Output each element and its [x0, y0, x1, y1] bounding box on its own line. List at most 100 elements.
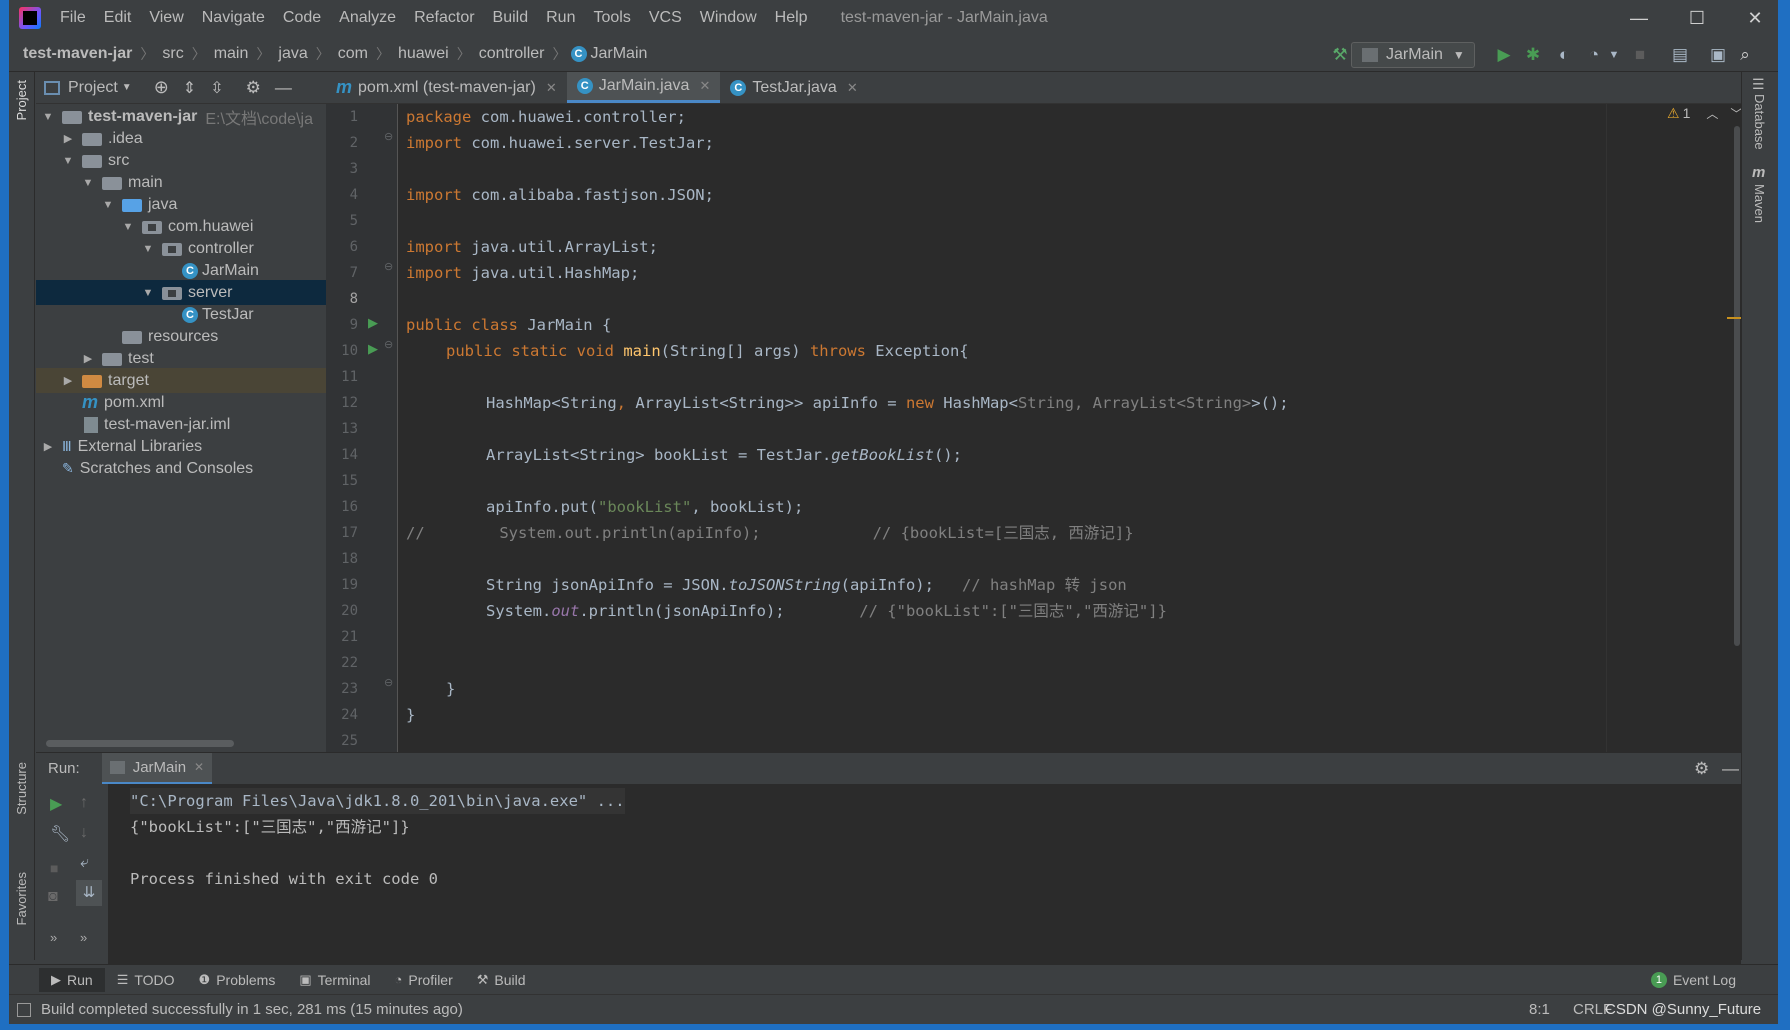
chevron-down-icon[interactable]: ▼ [122, 82, 132, 93]
chevron-down-icon[interactable]: ▼ [60, 155, 76, 167]
breadcrumb-src[interactable]: src [158, 45, 187, 63]
down-arrow-icon[interactable]: ↓ [80, 824, 88, 842]
chevron-right-icon[interactable]: ▶ [60, 132, 76, 145]
fold-icon[interactable]: ⊖ [384, 676, 393, 689]
gear-icon[interactable]: ⚙ [1694, 759, 1709, 779]
collapse-all-icon[interactable]: ⇳ [210, 78, 223, 98]
menu-code[interactable]: Code [274, 9, 330, 27]
tool-window-project[interactable]: Project [14, 80, 29, 120]
gear-icon[interactable]: ⚙ [246, 78, 261, 98]
menu-file[interactable]: File [51, 9, 95, 27]
close-icon[interactable]: ✕ [699, 78, 710, 94]
chevron-right-icon[interactable]: ▶ [80, 352, 96, 365]
chevron-right-icon[interactable]: ▶ [40, 440, 56, 453]
run-tab-jarmain[interactable]: JarMain ✕ [101, 752, 213, 785]
caret-position[interactable]: 8:1 [1529, 1001, 1550, 1018]
menu-refactor[interactable]: Refactor [405, 9, 483, 27]
fold-icon[interactable]: ⊖ [384, 130, 393, 143]
stop-icon[interactable]: ■ [50, 860, 58, 876]
chevron-down-icon[interactable]: ▼ [140, 287, 156, 299]
hide-panel-icon[interactable]: — [275, 78, 292, 98]
close-window-button[interactable]: ✕ [1726, 0, 1778, 36]
editor-vertical-scrollbar[interactable] [1734, 126, 1740, 646]
tab-jarmain-java[interactable]: C JarMain.java ✕ [566, 72, 721, 103]
up-arrow-icon[interactable]: ↑ [80, 794, 88, 812]
run-icon[interactable]: ▶ [1493, 44, 1515, 66]
project-view-selector[interactable]: Project [68, 79, 118, 97]
hide-panel-icon[interactable]: — [1722, 759, 1739, 779]
previous-highlight-icon[interactable]: ︿ [1706, 105, 1718, 122]
warning-stripe-marker[interactable] [1727, 317, 1741, 319]
menu-analyze[interactable]: Analyze [330, 9, 405, 27]
tool-window-database[interactable]: Database [1752, 94, 1767, 150]
tool-window-favorites[interactable]: Favorites [14, 872, 29, 925]
project-structure-icon[interactable]: ▤ [1669, 44, 1691, 66]
tool-window-event-log[interactable]: 1 Event Log [1639, 968, 1748, 992]
wrench-icon[interactable]: 🔧︎ [50, 824, 70, 844]
breadcrumb-huawei[interactable]: huawei [394, 45, 453, 63]
menu-vcs[interactable]: VCS [640, 9, 691, 27]
status-message[interactable]: Build completed successfully in 1 sec, 2… [41, 1001, 463, 1018]
camera-icon[interactable]: ◙ [48, 888, 58, 906]
run-configuration-select[interactable]: JarMain ▼ [1351, 42, 1475, 68]
minimize-button[interactable]: — [1610, 0, 1668, 36]
fold-icon[interactable]: ⊖ [384, 338, 393, 351]
breadcrumb-controller[interactable]: controller [475, 45, 549, 63]
profile-icon[interactable]: ◔ [1583, 44, 1605, 66]
tool-window-profiler[interactable]: ◔ Profiler [383, 968, 465, 992]
tool-window-maven[interactable]: Maven [1752, 184, 1767, 223]
code-editor[interactable]: package com.huawei.controller; import co… [398, 104, 1606, 752]
breadcrumb-main[interactable]: main [210, 45, 253, 63]
expand-all-icon[interactable]: ⇕ [183, 78, 196, 98]
menu-view[interactable]: View [140, 9, 192, 27]
more-icon[interactable]: » [80, 930, 87, 945]
run-main-gutter-icon[interactable]: ▶ [368, 341, 378, 357]
search-icon[interactable]: ⌕ [1734, 44, 1756, 66]
tool-window-problems[interactable]: ❶ Problems [187, 968, 288, 992]
close-icon[interactable]: ✕ [847, 80, 858, 96]
project-horizontal-scrollbar[interactable] [46, 740, 234, 747]
breadcrumb-java[interactable]: java [274, 45, 311, 63]
chevron-down-icon[interactable]: ▼ [140, 243, 156, 255]
menu-build[interactable]: Build [484, 9, 538, 27]
menu-window[interactable]: Window [691, 9, 766, 27]
status-toggle-icon[interactable] [17, 1002, 31, 1017]
debug-icon[interactable]: ✱ [1522, 44, 1544, 66]
run-class-gutter-icon[interactable]: ▶ [368, 315, 378, 331]
menu-navigate[interactable]: Navigate [193, 9, 274, 27]
locate-file-icon[interactable]: ⊕ [154, 77, 169, 98]
menu-help[interactable]: Help [766, 9, 817, 27]
breadcrumb-jarmain[interactable]: JarMain [587, 45, 652, 63]
tool-window-terminal[interactable]: ▣ Terminal [287, 968, 382, 992]
maximize-button[interactable]: ☐ [1668, 0, 1726, 36]
scroll-to-end-icon[interactable]: ⇊ [76, 880, 102, 906]
tab-pom-xml[interactable]: m pom.xml (test-maven-jar) ✕ [326, 72, 567, 103]
build-hammer-icon[interactable]: ⚒ [1329, 44, 1351, 66]
menu-edit[interactable]: Edit [95, 9, 141, 27]
console-output[interactable]: "C:\Program Files\Java\jdk1.8.0_201\bin\… [108, 784, 1741, 964]
tree-item-scratches[interactable]: ✎ Scratches and Consoles [36, 456, 326, 481]
tool-window-build[interactable]: ⚒ Build [465, 968, 538, 992]
close-icon[interactable]: ✕ [546, 80, 557, 96]
tool-window-structure[interactable]: Structure [14, 762, 29, 815]
tool-window-todo[interactable]: ☰ TODO [105, 968, 187, 992]
chevron-right-icon[interactable]: ▶ [60, 374, 76, 387]
chevron-down-icon[interactable]: ▼ [1603, 44, 1625, 66]
tool-window-run[interactable]: ▶ Run [39, 967, 105, 992]
chevron-down-icon[interactable]: ▼ [120, 221, 136, 233]
fold-icon[interactable]: ⊖ [384, 260, 393, 273]
stop-icon[interactable]: ■ [1629, 44, 1651, 66]
tab-testjar-java[interactable]: C TestJar.java ✕ [720, 72, 867, 103]
soft-wrap-icon[interactable]: ⤶ [80, 854, 89, 872]
breadcrumb-project[interactable]: test-maven-jar [9, 45, 136, 63]
breadcrumb-com[interactable]: com [334, 45, 372, 63]
rerun-icon[interactable]: ▶ [50, 794, 62, 814]
chevron-down-icon[interactable]: ▼ [100, 199, 116, 211]
menu-run[interactable]: Run [537, 9, 584, 27]
menu-tools[interactable]: Tools [584, 9, 639, 27]
coverage-icon[interactable]: ◐ [1553, 44, 1575, 66]
chevron-down-icon[interactable]: ▼ [40, 111, 56, 123]
close-icon[interactable]: ✕ [194, 760, 204, 774]
more-icon[interactable]: » [50, 930, 57, 945]
toggle-window-icon[interactable]: ▣ [1707, 44, 1729, 66]
